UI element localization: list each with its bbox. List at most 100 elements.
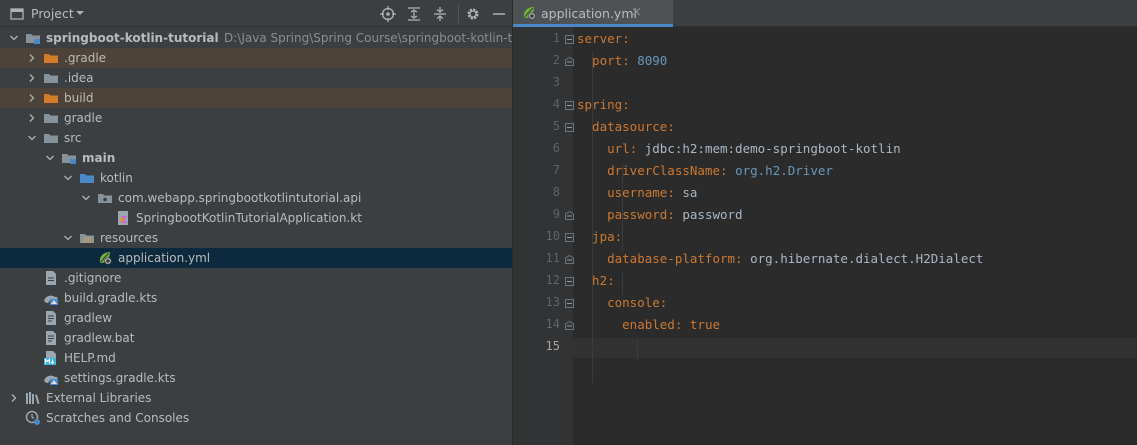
- tree-item-label: kotlin: [100, 171, 133, 185]
- folder-icon: [44, 74, 58, 83]
- tree-item[interactable]: gradlew.bat: [0, 328, 512, 348]
- yaml-value: true: [689, 317, 721, 332]
- yaml-key: database-platform: [577, 251, 736, 266]
- yaml-punctuation: :: [622, 97, 630, 112]
- chevron-down-icon[interactable]: [27, 133, 37, 143]
- indent-guide: [637, 339, 639, 361]
- gradle-kts-icon: [44, 375, 58, 385]
- project-panel-title[interactable]: Project: [31, 6, 74, 21]
- line-number: 11: [545, 251, 560, 265]
- tree-item-label: build.gradle.kts: [64, 291, 158, 305]
- tree-item-label: gradlew.bat: [64, 331, 135, 345]
- yaml-key: enabled: [577, 317, 675, 332]
- code-line: password: password: [577, 207, 743, 222]
- chevron-right-icon[interactable]: [27, 93, 37, 103]
- yaml-punctuation: :: [629, 141, 645, 156]
- tree-item[interactable]: build.gradle.kts: [0, 288, 512, 308]
- spring-yml-icon: [99, 252, 112, 265]
- code-line: database-platform: org.hibernate.dialect…: [577, 251, 983, 266]
- yaml-value: org.h2.Driver: [735, 163, 833, 178]
- line-number: 6: [552, 141, 560, 155]
- tree-item[interactable]: main: [0, 148, 512, 168]
- expand-all-icon[interactable]: [406, 6, 422, 22]
- chevron-down-icon[interactable]: [9, 33, 19, 43]
- project-tool-window: Project springboot-kotlin-tutorial D:\Jav…: [0, 0, 551, 445]
- tree-item[interactable]: src: [0, 128, 512, 148]
- line-number: 4: [552, 97, 560, 111]
- tree-item[interactable]: build: [0, 88, 512, 108]
- tree-item[interactable]: .idea: [0, 68, 512, 88]
- tree-item-label: build: [64, 91, 94, 105]
- minimize-icon[interactable]: [491, 6, 507, 22]
- yaml-key: datasource: [577, 119, 668, 134]
- tree-item[interactable]: SpringbootKotlinTutorialApplication.kt: [0, 208, 512, 228]
- tree-item[interactable]: resources: [0, 228, 512, 248]
- tree-item-label: .gitignore: [64, 271, 122, 285]
- yaml-value: jdbc:h2:mem:demo-springboot-kotlin: [644, 141, 901, 156]
- tree-item-label: Scratches and Consoles: [46, 411, 190, 425]
- tree-item[interactable]: com.webapp.springbootkotlintutorial.api: [0, 188, 512, 208]
- gradle-kts-icon: [44, 295, 58, 305]
- tree-item[interactable]: Scratches and Consoles: [0, 408, 512, 428]
- tree-item-label: gradle: [64, 111, 103, 125]
- excluded-folder-icon: [44, 94, 58, 103]
- tree-item[interactable]: application.yml: [0, 248, 512, 268]
- code-line: driverClassName: org.h2.Driver: [577, 163, 833, 178]
- gear-icon[interactable]: [465, 6, 481, 22]
- tree-item-label: springboot-kotlin-tutorial: [46, 31, 219, 45]
- code-line: url: jdbc:h2:mem:demo-springboot-kotlin: [577, 141, 901, 156]
- tree-item-label: .idea: [64, 71, 94, 85]
- header-separator: [458, 5, 459, 23]
- tree-item[interactable]: springboot-kotlin-tutorial D:\Java Spring…: [0, 28, 551, 48]
- editor-tab-bar: application.yml ×: [513, 0, 1137, 27]
- yaml-punctuation: :: [614, 229, 623, 244]
- tree-item[interactable]: settings.gradle.kts: [0, 368, 512, 388]
- yaml-key: driverClassName: [577, 163, 720, 178]
- chevron-down-icon[interactable]: [45, 153, 55, 163]
- line-number: 5: [552, 119, 560, 133]
- yaml-punctuation: :: [667, 207, 683, 222]
- yaml-key: jpa: [577, 229, 615, 244]
- tree-item-label: gradlew: [64, 311, 113, 325]
- line-number: 14: [545, 317, 560, 331]
- project-path-hint: D:\Java Spring\Spring Course\springboot-…: [224, 31, 551, 45]
- code-line: spring:: [577, 97, 630, 112]
- line-number-gutter[interactable]: 1 2 3 4 5 6 7 8 9 10 11 12 13 14 15: [513, 27, 574, 445]
- tree-item[interactable]: gradle: [0, 108, 512, 128]
- line-number: 1: [552, 31, 560, 45]
- tree-item[interactable]: External Libraries: [0, 388, 512, 408]
- yaml-key: password: [577, 207, 668, 222]
- tree-item-label: .gradle: [64, 51, 107, 65]
- editor-area: application.yml × 1 2 3 4 5 6 7 8 9 10 11 12 13 14 15 …: [513, 0, 1137, 445]
- tree-item[interactable]: gradlew: [0, 308, 512, 328]
- text-file-icon: [46, 331, 56, 345]
- tab-application-yml[interactable]: application.yml ×: [513, 0, 673, 27]
- chevron-right-icon[interactable]: [27, 113, 37, 123]
- line-number: 13: [545, 295, 560, 309]
- tree-item[interactable]: .gitignore: [0, 268, 512, 288]
- source-folder-icon: [80, 174, 94, 183]
- close-tab-icon[interactable]: ×: [631, 5, 642, 20]
- chevron-right-icon[interactable]: [27, 53, 37, 63]
- chevron-right-icon[interactable]: [9, 393, 19, 403]
- chevron-down-icon[interactable]: [63, 173, 73, 183]
- tree-item[interactable]: .gradle: [0, 48, 512, 68]
- code-editor[interactable]: server: port: 8090 spring: datasource: ur…: [573, 27, 1137, 445]
- chevron-down-icon[interactable]: [63, 233, 73, 243]
- chevron-down-icon[interactable]: [74, 6, 86, 20]
- chevron-right-icon[interactable]: [27, 73, 37, 83]
- yaml-punctuation: :: [659, 295, 668, 310]
- excluded-folder-icon: [44, 54, 58, 63]
- collapse-all-icon[interactable]: [432, 6, 448, 22]
- libraries-icon: [26, 392, 40, 404]
- tree-item[interactable]: HELP.md: [0, 348, 512, 368]
- yaml-value: sa: [682, 185, 698, 200]
- tab-label: application.yml: [541, 6, 637, 21]
- line-number: 2: [552, 53, 560, 67]
- tree-item[interactable]: kotlin: [0, 168, 512, 188]
- line-number: 3: [552, 75, 560, 89]
- chevron-down-icon[interactable]: [81, 193, 91, 203]
- tree-item-label: SpringbootKotlinTutorialApplication.kt: [136, 211, 362, 225]
- package-icon: [98, 194, 112, 203]
- locate-icon[interactable]: [380, 6, 396, 22]
